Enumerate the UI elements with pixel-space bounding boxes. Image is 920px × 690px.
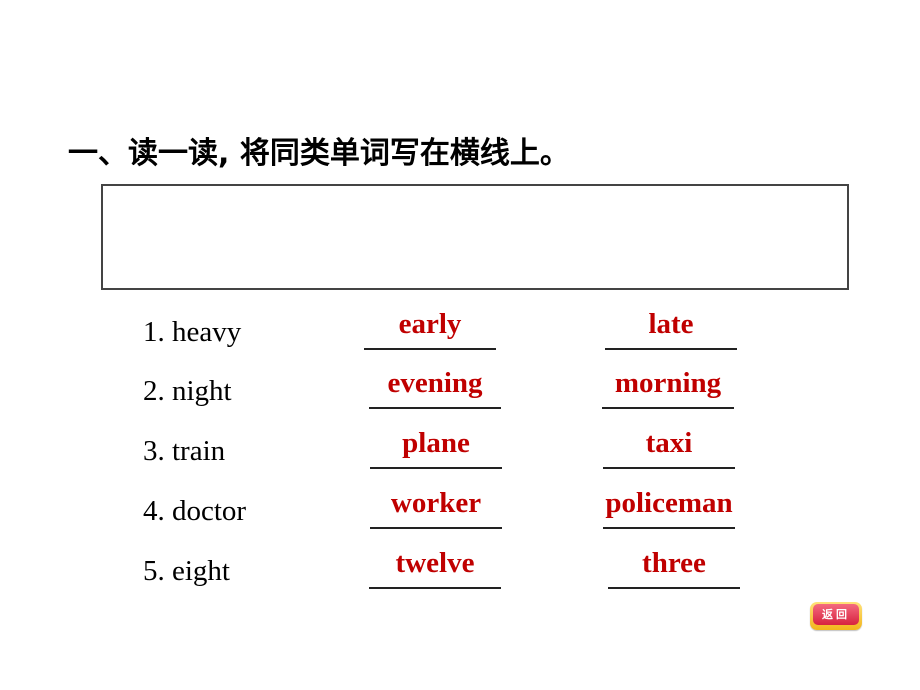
exercise-title: 一、读一读, 将同类单词写在横线上。 — [68, 136, 570, 171]
question-word: 2. night — [143, 375, 232, 407]
question-word: 3. train — [143, 435, 226, 467]
question-word: 4. doctor — [143, 495, 247, 527]
exercise-row: 2. night evening morning — [0, 367, 920, 417]
question-word: 1. heavy — [143, 316, 242, 348]
answer-text: taxi — [645, 427, 693, 459]
back-button[interactable]: 返回 — [810, 602, 862, 630]
answer-text: morning — [614, 367, 722, 399]
answer-text: twelve — [395, 547, 475, 579]
answer-text: plane — [402, 427, 470, 459]
answer-blank[interactable]: plane — [370, 427, 502, 469]
question-word: 5. eight — [143, 555, 230, 587]
answer-blank[interactable]: twelve — [369, 547, 501, 589]
answer-blank[interactable]: morning — [602, 367, 734, 409]
answer-blank[interactable]: evening — [369, 367, 501, 409]
answer-text: late — [648, 308, 694, 340]
answer-text: evening — [387, 367, 483, 399]
answer-blank[interactable]: three — [608, 547, 740, 589]
answer-text: policeman — [605, 487, 733, 519]
answer-blank[interactable]: policeman — [603, 487, 735, 529]
answer-blank[interactable]: late — [605, 308, 737, 350]
answer-blank[interactable]: early — [364, 308, 496, 350]
exercise-row: 4. doctor worker policeman — [0, 487, 920, 537]
answer-blank[interactable]: worker — [370, 487, 502, 529]
answer-text: early — [398, 308, 462, 340]
exercise-row: 1. heavy early late — [0, 308, 920, 358]
exercise-row: 3. train plane taxi — [0, 427, 920, 477]
word-bank-box — [101, 184, 849, 290]
answer-blank[interactable]: taxi — [603, 427, 735, 469]
exercise-row: 5. eight twelve three — [0, 547, 920, 597]
answer-text: worker — [390, 487, 482, 519]
back-button-label: 返回 — [813, 604, 859, 625]
answer-text: three — [642, 547, 706, 579]
